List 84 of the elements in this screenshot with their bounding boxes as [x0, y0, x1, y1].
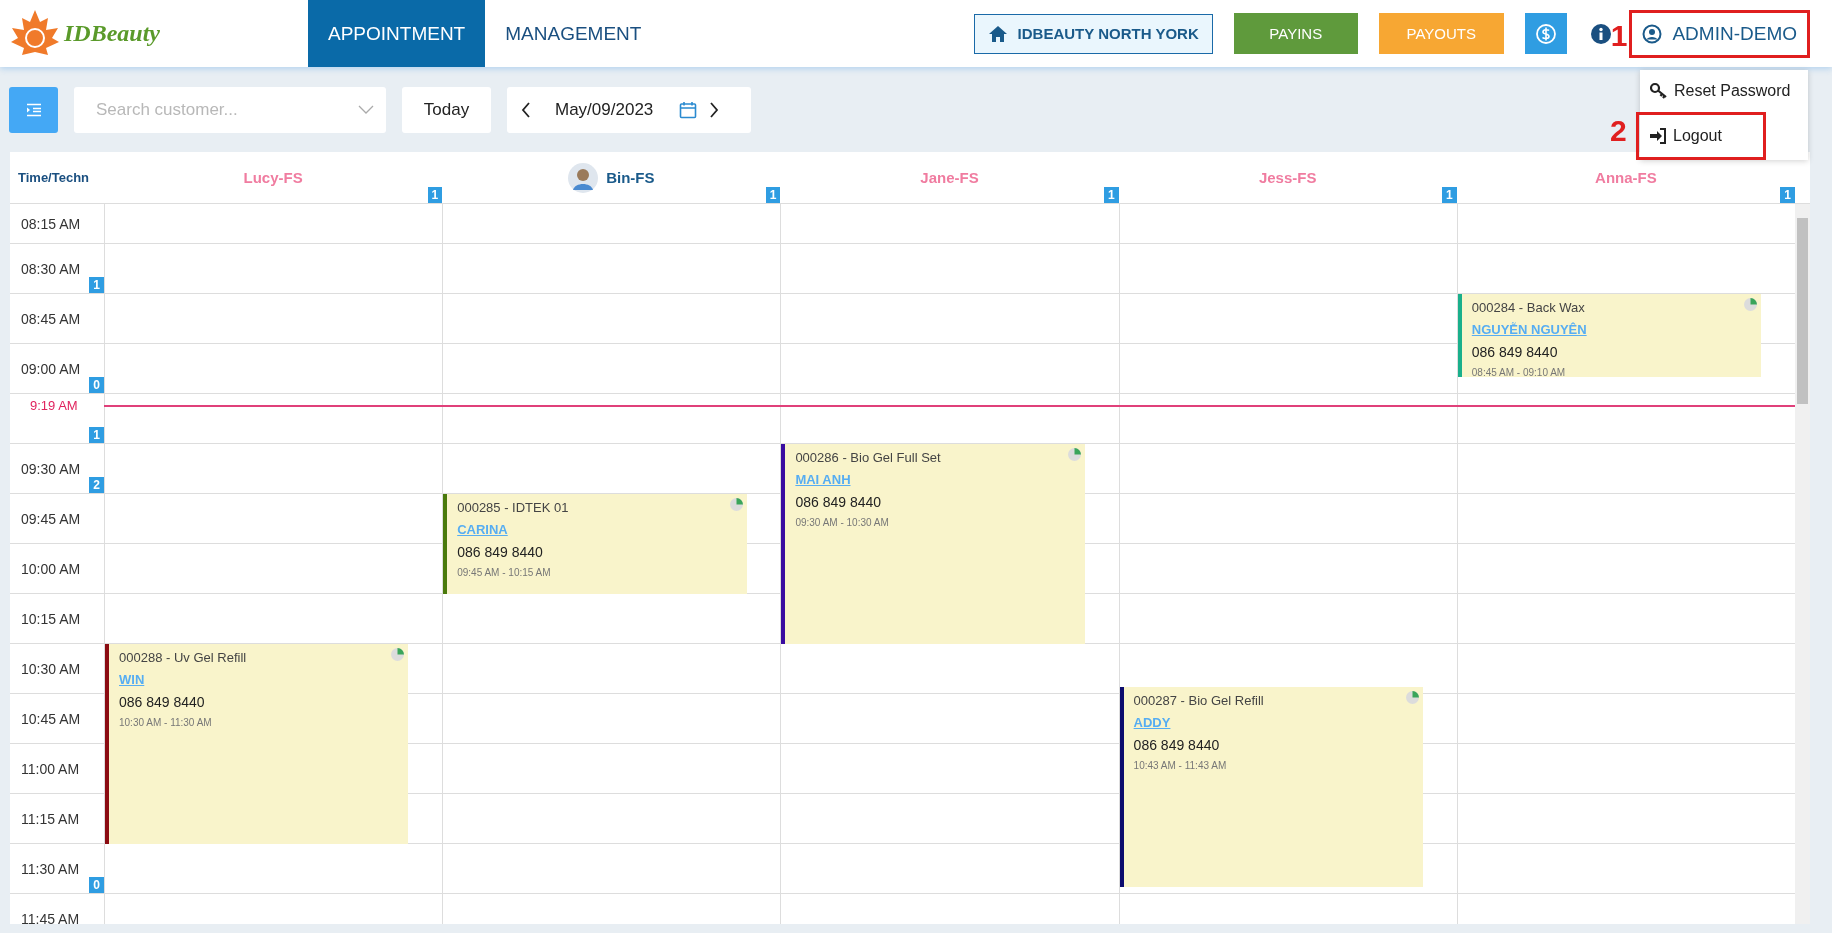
- home-icon: [987, 24, 1008, 43]
- technician-name: Lucy-FS: [243, 169, 303, 186]
- appointment-title: 000285 - IDTEK 01: [457, 499, 569, 517]
- nav-tab[interactable]: APPOINTMENT: [308, 0, 486, 67]
- current-time-label: 9:19 AM: [29, 398, 78, 413]
- technician-name: Jess-FS: [1258, 169, 1317, 186]
- time-label: 09:00 AM: [21, 360, 81, 377]
- appointment-title: 000286 - Bio Gel Full Set: [795, 449, 941, 467]
- appointment-title: 000288 - Uv Gel Refill: [119, 649, 247, 667]
- status-pie-icon: [1406, 691, 1420, 705]
- chevron-right-icon: [709, 102, 720, 118]
- count-badge: 0: [89, 377, 104, 393]
- appointment-time: 10:30 AM - 11:30 AM: [119, 716, 213, 730]
- time-label: 11:00 AM: [21, 760, 80, 777]
- count-badge: 1: [89, 277, 104, 293]
- dollar-button[interactable]: [1524, 13, 1567, 54]
- appointment-time: 09:45 AM - 10:15 AM: [457, 566, 552, 580]
- technician-name: Anna-FS: [1595, 169, 1657, 186]
- phone-number: 086 849 8440: [1133, 736, 1221, 756]
- status-pie-icon: [1067, 448, 1081, 461]
- appointment-time: 08:45 AM - 09:10 AM: [1471, 366, 1567, 380]
- list-toggle-button[interactable]: [9, 87, 58, 133]
- appointment-time: 10:43 AM - 11:43 AM: [1133, 759, 1228, 774]
- dollar-circle-icon: [1534, 22, 1557, 45]
- nav-tab[interactable]: MANAGEMENT: [485, 0, 662, 67]
- appointment-card[interactable]: 000286 - Bio Gel Full Set MAI ANH 086 849 8440 09:30 AM - 10:30 AM: [781, 444, 1085, 644]
- time-label: 11:30 AM: [21, 860, 80, 877]
- time-label: 11:15 AM: [21, 810, 80, 827]
- time-label: 10:00 AM: [21, 560, 81, 577]
- scrollbar-thumb[interactable]: [1797, 218, 1808, 404]
- count-badge: 1: [765, 187, 781, 203]
- store-button[interactable]: IDBEAUTY NORTH YORK: [973, 13, 1213, 54]
- appointment-card[interactable]: 000284 - Back Wax NGUYỄN NGUYÊN 086 849 8440 08:45 AM - 09:10 AM: [1457, 294, 1762, 378]
- count-badge: 1: [427, 187, 443, 203]
- count-badge: 2: [89, 477, 104, 493]
- time-label: 11:45 AM: [21, 910, 80, 924]
- logo-text: IDBeauty: [64, 20, 160, 47]
- info-icon: [1590, 23, 1611, 44]
- user-circle-icon: [1642, 23, 1663, 44]
- chevron-left-icon: [521, 102, 531, 118]
- time-label: 10:45 AM: [21, 710, 81, 727]
- sign-in-icon: [1649, 127, 1667, 145]
- logout-menu-item[interactable]: Logout: [1636, 112, 1766, 160]
- annotation-number: 1: [1610, 18, 1628, 53]
- search-field[interactable]: Search customer...: [74, 87, 386, 133]
- annotation-number: 2: [1610, 114, 1627, 148]
- appointment-title: 000287 - Bio Gel Refill: [1133, 692, 1264, 711]
- count-badge: 1: [1442, 187, 1457, 203]
- phone-number: 086 849 8440: [795, 493, 883, 512]
- status-pie-icon: [1744, 298, 1758, 311]
- phone-number: 086 849 8440: [119, 693, 206, 712]
- today-button[interactable]: Today: [402, 87, 491, 133]
- avatar-icon: [568, 162, 599, 193]
- time-label: 08:15 AM: [21, 215, 81, 232]
- appointment-card[interactable]: 000287 - Bio Gel Refill ADDY 086 849 8440 10:43 AM - 11:43 AM: [1119, 687, 1424, 888]
- technician-name: Bin-FS: [606, 169, 655, 186]
- technician-name: Jane-FS: [920, 169, 979, 186]
- appointment-card[interactable]: 000288 - Uv Gel Refill WIN 086 849 8440 10:30 AM - 11:30 AM: [105, 644, 409, 844]
- status-pie-icon: [729, 498, 743, 511]
- phone-number: 086 849 8440: [457, 543, 544, 562]
- scrollbar[interactable]: [1795, 204, 1810, 924]
- appointment-time: 09:30 AM - 10:30 AM: [795, 516, 890, 530]
- time-label: 08:45 AM: [21, 310, 81, 327]
- chevron-down-icon: [358, 105, 374, 115]
- key-icon: [1650, 82, 1668, 100]
- time-label: 10:15 AM: [21, 610, 81, 627]
- time-label: 09:45 AM: [21, 510, 81, 527]
- column-header: Time/Techn: [17, 169, 91, 187]
- date-text: May/09/2023: [555, 100, 654, 120]
- time-label: 10:30 AM: [21, 660, 81, 677]
- phone-number: 086 849 8440: [1471, 343, 1559, 362]
- count-badge: 1: [1780, 187, 1795, 203]
- appointment-title: 000284 - Back Wax: [1471, 299, 1585, 317]
- appointment-card[interactable]: 000285 - IDTEK 01 CARINA 086 849 8440 09:45 AM - 10:15 AM: [443, 494, 747, 594]
- count-badge: 0: [89, 877, 104, 893]
- count-badge: 1: [1103, 187, 1119, 203]
- reset-password-menu-item[interactable]: Reset Password: [1640, 72, 1808, 110]
- calendar-icon: [679, 101, 698, 119]
- user-menu-button[interactable]: ADMIN-DEMO: [1629, 9, 1810, 58]
- indent-list-icon: [25, 103, 42, 117]
- count-badge: 1: [89, 427, 104, 443]
- status-pie-icon: [391, 648, 405, 661]
- time-label: 09:30 AM: [21, 460, 81, 477]
- time-label: 08:30 AM: [21, 260, 81, 277]
